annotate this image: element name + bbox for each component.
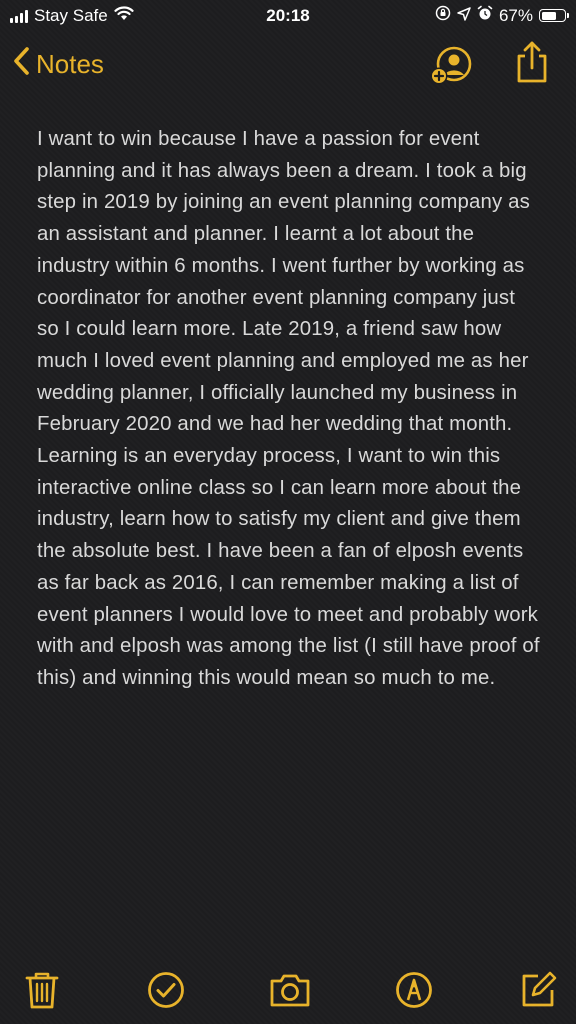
- note-paragraph-1: I want to win because I have a passion f…: [37, 128, 530, 436]
- trash-icon[interactable]: [20, 968, 64, 1012]
- nav-bar: Notes: [0, 34, 576, 98]
- note-text-area[interactable]: I want to win because I have a passion f…: [37, 124, 542, 695]
- note-paragraph-2: Learning is an everyday process, I want …: [37, 445, 540, 689]
- share-icon[interactable]: [514, 40, 550, 89]
- status-bar: Stay Safe 20:18 67%: [0, 0, 576, 34]
- battery-level: [541, 11, 556, 20]
- location-arrow-icon: [457, 6, 471, 26]
- orientation-lock-icon: [435, 5, 451, 26]
- add-people-icon[interactable]: [428, 42, 474, 93]
- checklist-icon[interactable]: [144, 968, 188, 1012]
- compose-icon[interactable]: [516, 968, 560, 1012]
- status-right: 67%: [435, 5, 569, 26]
- battery-percent: 67%: [498, 5, 533, 25]
- back-label: Notes: [36, 49, 104, 79]
- chevron-left-icon: [12, 46, 30, 83]
- markup-pen-icon[interactable]: [392, 968, 436, 1012]
- alarm-icon: [477, 5, 493, 26]
- battery-icon: [539, 9, 569, 22]
- camera-icon[interactable]: [268, 968, 312, 1012]
- bottom-toolbar: [0, 960, 576, 1020]
- back-button[interactable]: Notes: [12, 46, 104, 83]
